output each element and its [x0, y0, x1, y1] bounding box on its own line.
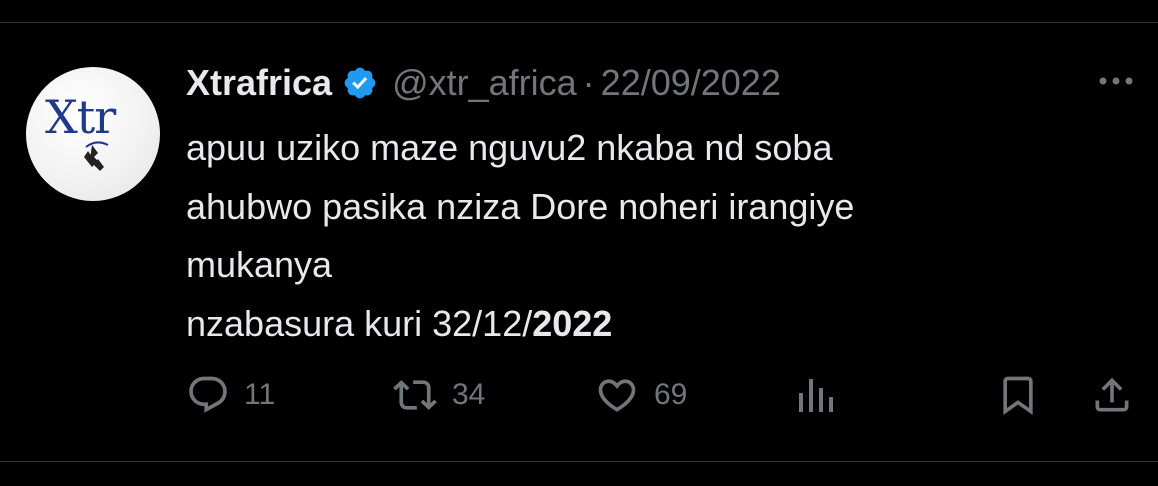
tweet-text-line-3: mukanya [186, 244, 333, 285]
author-name[interactable]: Xtrafrica [186, 62, 332, 104]
avatar[interactable]: Xtr [26, 67, 160, 201]
reply-button[interactable]: 11 [186, 372, 275, 418]
separator-dot: · [582, 62, 595, 103]
tweet-text-line-1: apuu uziko maze nguvu2 nkaba nd soba [186, 127, 833, 168]
bottom-divider [0, 461, 1158, 462]
reply-count: 11 [244, 378, 276, 411]
retweet-button[interactable]: 34 [392, 372, 485, 418]
verified-badge-icon[interactable] [342, 65, 378, 101]
tweet-text-line-4: nzabasura kuri 32/12/2022 [186, 295, 1116, 354]
like-button[interactable]: 69 [594, 372, 687, 418]
heart-icon [598, 379, 636, 412]
tweet-text-line-2: ahubwo pasika nziza Dore noheri irangiye [186, 185, 855, 227]
author-handle[interactable]: @xtr_africa [392, 62, 577, 104]
bookmark-icon [1003, 376, 1033, 416]
like-count: 69 [654, 378, 688, 411]
views-chart-icon [799, 379, 833, 412]
xtr-logo-icon: Xtr [45, 90, 117, 171]
share-icon [1095, 377, 1129, 412]
tweet-header: Xtrafrica @xtr_africa · 22/09/2022 [186, 58, 781, 108]
tweet-text: apuu uziko maze nguvu2 nkaba nd soba ahu… [186, 119, 1116, 353]
top-divider [0, 22, 1158, 23]
more-options-button[interactable] [1094, 66, 1138, 96]
logo-figure [84, 145, 104, 171]
tweet-text-line-4-bold: 2022 [532, 302, 613, 344]
share-button[interactable] [1090, 372, 1134, 418]
reply-icon [189, 376, 227, 413]
tweet-text-line-4-prefix: nzabasura kuri 32/12/ [186, 302, 533, 344]
views-button[interactable] [796, 372, 840, 418]
tweet-date[interactable]: 22/09/2022 [601, 62, 781, 104]
retweet-count: 34 [452, 378, 486, 411]
more-dots-icon [1099, 77, 1133, 85]
retweet-icon [393, 380, 437, 410]
bookmark-button[interactable] [996, 372, 1040, 418]
avatar-logo-text: Xtr [45, 90, 116, 144]
